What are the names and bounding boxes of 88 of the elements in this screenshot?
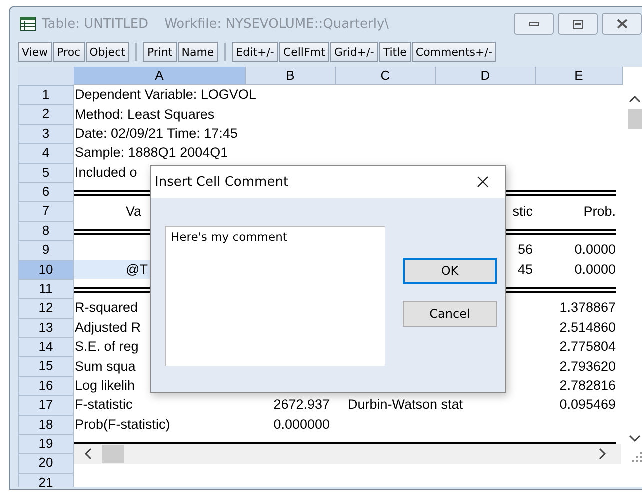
scroll-left-icon[interactable]	[84, 448, 92, 460]
close-button[interactable]	[475, 174, 491, 190]
scroll-thumb[interactable]	[102, 445, 124, 463]
toolbar-button[interactable]: CellFmt	[279, 42, 330, 62]
table-cell: 0.0000	[574, 262, 616, 277]
table-cell: Sample: 1888Q1 2004Q1	[74, 145, 228, 160]
table-cell: Sum squa	[74, 358, 136, 374]
table-cell: F-statistic	[74, 397, 133, 412]
scroll-thumb[interactable]	[628, 109, 642, 129]
table-cell: 2.782816	[560, 378, 616, 394]
row-number[interactable]: 9	[18, 241, 74, 261]
column-header[interactable]: E	[536, 67, 623, 85]
row-number[interactable]: 16	[18, 376, 74, 396]
toolbar-button[interactable]: Proc	[53, 42, 85, 62]
table-cell: 1.378867	[560, 300, 616, 316]
table-cell: S.E. of reg	[74, 339, 139, 354]
row-number[interactable]: 20	[18, 454, 74, 474]
table-cell: Dependent Variable: LOGVOL	[74, 87, 256, 102]
table-cell: Log likelih	[74, 378, 136, 394]
table-cell: R-squared	[74, 300, 138, 316]
toolbar-button[interactable]: Print	[143, 42, 177, 62]
column-header[interactable]: D	[436, 67, 536, 85]
horizontal-scrollbar[interactable]	[74, 444, 621, 464]
scroll-up-icon[interactable]	[629, 95, 641, 103]
close-button[interactable]	[602, 13, 642, 35]
row-number[interactable]: 8	[18, 222, 74, 242]
table-cell-text: Durbin-Watson stat	[347, 397, 464, 412]
toolbar-button[interactable]: View	[18, 42, 52, 62]
table-cell: Method: Least Squares	[74, 106, 215, 122]
row-number[interactable]: 1	[18, 86, 74, 106]
resize-grip-icon	[632, 452, 642, 462]
column-header[interactable]: A	[74, 67, 246, 85]
table-cell: Prob.	[584, 204, 616, 219]
minimize-button[interactable]	[514, 13, 554, 35]
toolbar-button[interactable]: Name	[178, 42, 218, 62]
table-cell: 2.514860	[560, 320, 616, 335]
table-cell: 2.793620	[560, 358, 616, 374]
table-icon	[20, 17, 36, 31]
column-header[interactable]: C	[336, 67, 436, 85]
toolbar-button[interactable]: Title	[379, 42, 411, 62]
comment-field[interactable]: Here's my comment	[165, 226, 385, 366]
table-cell-text: stic	[512, 204, 534, 219]
row-number[interactable]: 5	[18, 164, 74, 183]
row-number[interactable]: 3	[18, 124, 74, 144]
close-icon	[477, 176, 489, 188]
row-number[interactable]: 21	[18, 474, 74, 487]
dialog-title: Insert Cell Comment	[155, 174, 289, 190]
row-number[interactable]: 12	[18, 299, 74, 319]
row-number[interactable]: 10	[18, 260, 74, 280]
row-number[interactable]: 13	[18, 318, 74, 338]
table-cell: Date: 02/09/21 Time: 17:45	[74, 126, 238, 141]
scroll-down-icon[interactable]	[629, 435, 641, 443]
row-number[interactable]: 14	[18, 338, 74, 358]
row-number[interactable]: 2	[18, 105, 74, 125]
row-number[interactable]: 6	[18, 182, 74, 202]
minimize-icon	[529, 22, 539, 26]
row-number[interactable]: 4	[18, 144, 74, 164]
toolbar-button[interactable]: Edit+/-	[232, 42, 278, 62]
restore-button[interactable]	[558, 13, 598, 35]
column-header[interactable]: B	[246, 67, 336, 85]
row-number[interactable]: 17	[18, 396, 74, 416]
workfile-label: Workfile: NYSEVOLUME::Quarterly\	[164, 16, 390, 32]
restore-icon	[573, 20, 583, 28]
table-cell: Adjusted R	[74, 320, 142, 335]
table-cell: 0.095469	[560, 397, 616, 412]
table-cell: Included o	[74, 164, 138, 180]
dialog-button[interactable]: OK	[403, 258, 497, 284]
scroll-right-icon[interactable]	[599, 448, 607, 460]
row-number[interactable]: 11	[18, 280, 74, 300]
table-cell: 0.0000	[574, 242, 616, 258]
table-cell: Prob(F-statistic)	[74, 416, 170, 432]
window-title: Table: UNTITLED	[42, 16, 149, 32]
table-cell-text: 56	[518, 242, 534, 258]
table-cell: 2.775804	[560, 339, 616, 354]
toolbar-button[interactable]: Grid+/-	[330, 42, 378, 62]
dialog-button[interactable]: Cancel	[403, 301, 497, 327]
table-cell-text: 2672.937	[274, 397, 331, 412]
toolbar-button[interactable]: Object	[86, 42, 130, 62]
row-number[interactable]: 19	[18, 435, 74, 454]
close-icon	[616, 19, 628, 29]
table-cell-text: 0.000000	[274, 416, 331, 432]
row-number[interactable]: 7	[18, 202, 74, 222]
row-number[interactable]: 15	[18, 357, 74, 377]
toolbar-button[interactable]: Comments+/-	[412, 42, 496, 62]
table-cell-text: 45	[518, 262, 534, 277]
table-cell-text: @T	[125, 262, 148, 277]
row-number[interactable]: 18	[18, 416, 74, 436]
table-cell-text: Va	[125, 204, 142, 219]
